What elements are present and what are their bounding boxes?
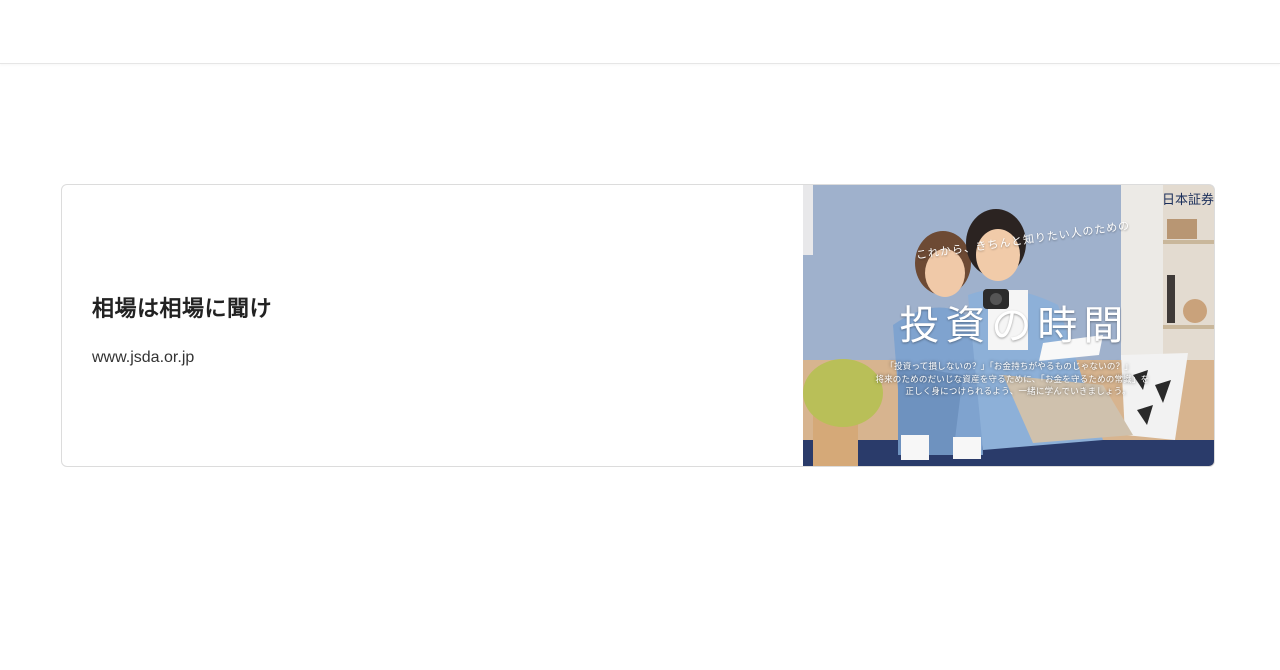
top-header-bar <box>0 0 1280 64</box>
link-preview-card[interactable]: 相場は相場に聞け www.jsda.or.jp これから、きちんと知りたい人のた… <box>61 184 1215 467</box>
thumbnail-caption-line-1: 「投資って損しないの？」「お金持ちがやるものじゃないの？」 <box>885 362 1134 372</box>
link-card-text-area: 相場は相場に聞け www.jsda.or.jp <box>62 185 803 466</box>
thumbnail-caption-line-3: 正しく身につけられるよう、一緒に学んでいきましょう。 <box>905 387 1131 397</box>
thumbnail-title: 投資の時間 <box>899 303 1130 349</box>
link-card-title: 相場は相場に聞け <box>92 296 273 322</box>
thumbnail-caption-line-2: 将来のためのだいじな資産を守るために、「お金を守るための常識」を <box>875 375 1150 385</box>
link-card-thumbnail: これから、きちんと知りたい人のための 投資の時間 「投資って損しないの？」「お金… <box>803 185 1214 466</box>
link-card-url: www.jsda.or.jp <box>92 348 195 366</box>
thumbnail-logo-text: 日本証券 <box>1161 193 1214 208</box>
